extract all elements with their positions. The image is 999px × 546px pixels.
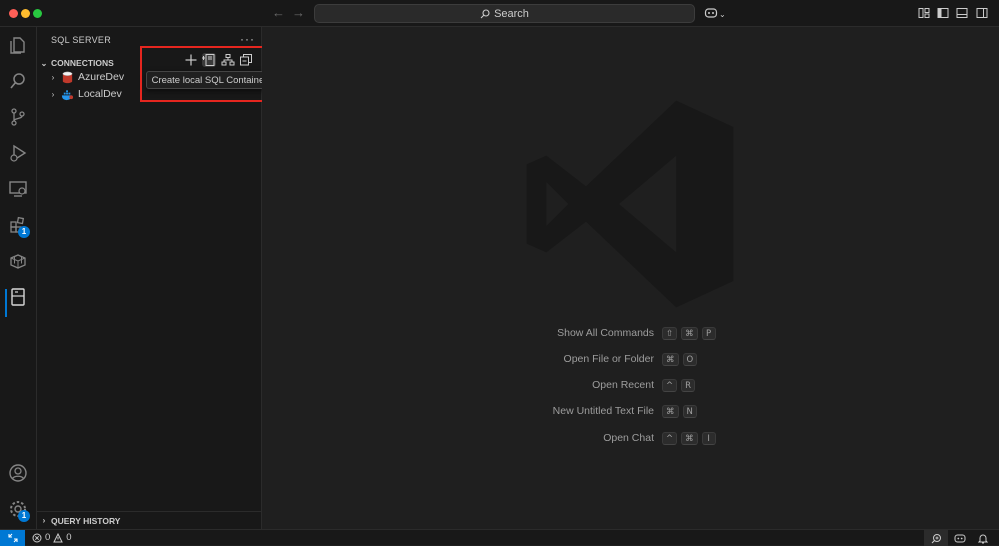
toggle-panel-icon[interactable] [956, 7, 968, 19]
more-actions-button[interactable]: ··· [240, 32, 255, 46]
window-close-button[interactable] [9, 9, 18, 18]
chevron-right-icon: › [42, 516, 46, 525]
remote-indicator[interactable] [0, 530, 25, 546]
connection-label: AzureDev [78, 71, 125, 83]
chevron-right-icon: › [51, 89, 55, 99]
warning-count: 0 [66, 532, 72, 543]
shortcut-keys: ⇧ ⌘ P [662, 327, 720, 340]
chevron-down-icon: ⌄ [40, 58, 48, 68]
sql-server-icon[interactable] [8, 287, 28, 307]
extensions-badge: 1 [18, 226, 30, 238]
annotation-highlight-box [140, 46, 280, 102]
command-center-search[interactable]: Search [314, 4, 695, 23]
copilot-status-button[interactable] [948, 530, 972, 546]
chevron-right-icon: › [51, 72, 55, 82]
shortcut-label: New Untitled Text File [552, 405, 654, 417]
remote-explorer-icon[interactable] [8, 179, 28, 199]
manage-item[interactable]: 1 [0, 499, 37, 527]
shortcut-row[interactable]: Open Chat ^ ⌘ I [262, 432, 999, 446]
account-icon[interactable] [8, 463, 28, 483]
editor-area: Show All Commands ⇧ ⌘ P Open File or Folder ⌘… [262, 27, 999, 529]
back-arrow-icon[interactable]: ← [272, 5, 285, 21]
settings-badge: 1 [18, 510, 30, 522]
shortcut-key: ⌘ [681, 327, 698, 340]
connection-label: LocalDev [78, 88, 122, 100]
toggle-secondary-sidebar-icon[interactable] [976, 7, 988, 19]
shortcut-key: ⌘ [662, 405, 679, 418]
vscode-watermark-logo-icon [526, 100, 734, 308]
error-icon [32, 533, 42, 542]
shortcut-label: Show All Commands [557, 327, 654, 339]
shortcut-row[interactable]: New Untitled Text File ⌘ N [262, 405, 999, 419]
shortcut-key: P [701, 327, 716, 340]
shortcut-row[interactable]: Open File or Folder ⌘ O [262, 353, 999, 367]
query-history-label: QUERY HISTORY [51, 515, 121, 526]
sidebar-title: SQL SERVER [51, 35, 112, 45]
zoom-button[interactable] [924, 530, 948, 546]
customize-layout-icon[interactable] [918, 7, 930, 19]
shortcut-label: Open Recent [592, 379, 654, 391]
docker-container-icon [61, 89, 74, 100]
sql-server-sidebar: SQL SERVER ··· ⌄ CONNECTIONS › AzureDev … [37, 27, 262, 529]
extensions-item[interactable]: 1 [0, 215, 37, 245]
containers-icon[interactable] [8, 251, 28, 271]
chevron-down-icon[interactable]: ⌄ [719, 7, 726, 23]
shortcut-keys: ^ ⌘ I [662, 432, 720, 445]
shortcut-label: Open Chat [603, 432, 654, 444]
search-icon [480, 8, 490, 18]
problems-indicator[interactable]: 0 0 [32, 532, 75, 543]
forward-arrow-icon[interactable]: → [292, 5, 305, 21]
window-maximize-button[interactable] [33, 9, 42, 18]
shortcut-keys: ^ R [662, 379, 699, 392]
shortcut-key: ^ [662, 432, 678, 445]
shortcut-key: ⇧ [662, 327, 678, 340]
status-bar: 0 0 [0, 529, 999, 546]
remote-icon [7, 533, 18, 543]
activity-bar: 1 1 [0, 27, 37, 529]
error-count: 0 [45, 532, 51, 543]
copilot-icon[interactable] [704, 7, 718, 19]
warning-icon [53, 532, 64, 542]
zoom-in-icon [931, 533, 941, 543]
search-label: Search [494, 7, 529, 20]
shortcut-key: N [682, 405, 697, 418]
azure-sql-database-icon [62, 71, 73, 83]
connection-item-azuredev[interactable]: › AzureDev [47, 69, 124, 85]
shortcut-keys: ⌘ N [662, 405, 701, 418]
connections-label: CONNECTIONS [51, 58, 114, 68]
connection-item-localdev[interactable]: › LocalDev [47, 86, 122, 102]
shortcut-key: R [681, 379, 696, 392]
run-and-debug-icon[interactable] [8, 143, 28, 163]
shortcut-key: ⌘ [681, 432, 698, 445]
shortcut-keys: ⌘ O [662, 353, 701, 366]
shortcut-key: ⌘ [662, 353, 679, 366]
shortcut-row[interactable]: Show All Commands ⇧ ⌘ P [262, 327, 999, 341]
bell-icon [978, 534, 988, 543]
title-bar: ← → Search ⌄ [0, 0, 999, 27]
active-indicator [5, 289, 7, 317]
shortcut-label: Open File or Folder [563, 353, 654, 365]
shortcut-key: ^ [662, 379, 678, 392]
search-icon[interactable] [8, 71, 28, 91]
toggle-primary-sidebar-icon[interactable] [937, 7, 949, 19]
explorer-icon[interactable] [8, 35, 28, 55]
shortcut-row[interactable]: Open Recent ^ R [262, 379, 999, 393]
copilot-icon [954, 534, 966, 542]
shortcut-key: O [682, 353, 698, 366]
query-history-section-header[interactable]: › QUERY HISTORY [37, 511, 261, 529]
notifications-button[interactable] [971, 530, 995, 546]
source-control-icon[interactable] [8, 107, 28, 127]
window-minimize-button[interactable] [21, 9, 30, 18]
shortcut-key: I [701, 432, 716, 445]
